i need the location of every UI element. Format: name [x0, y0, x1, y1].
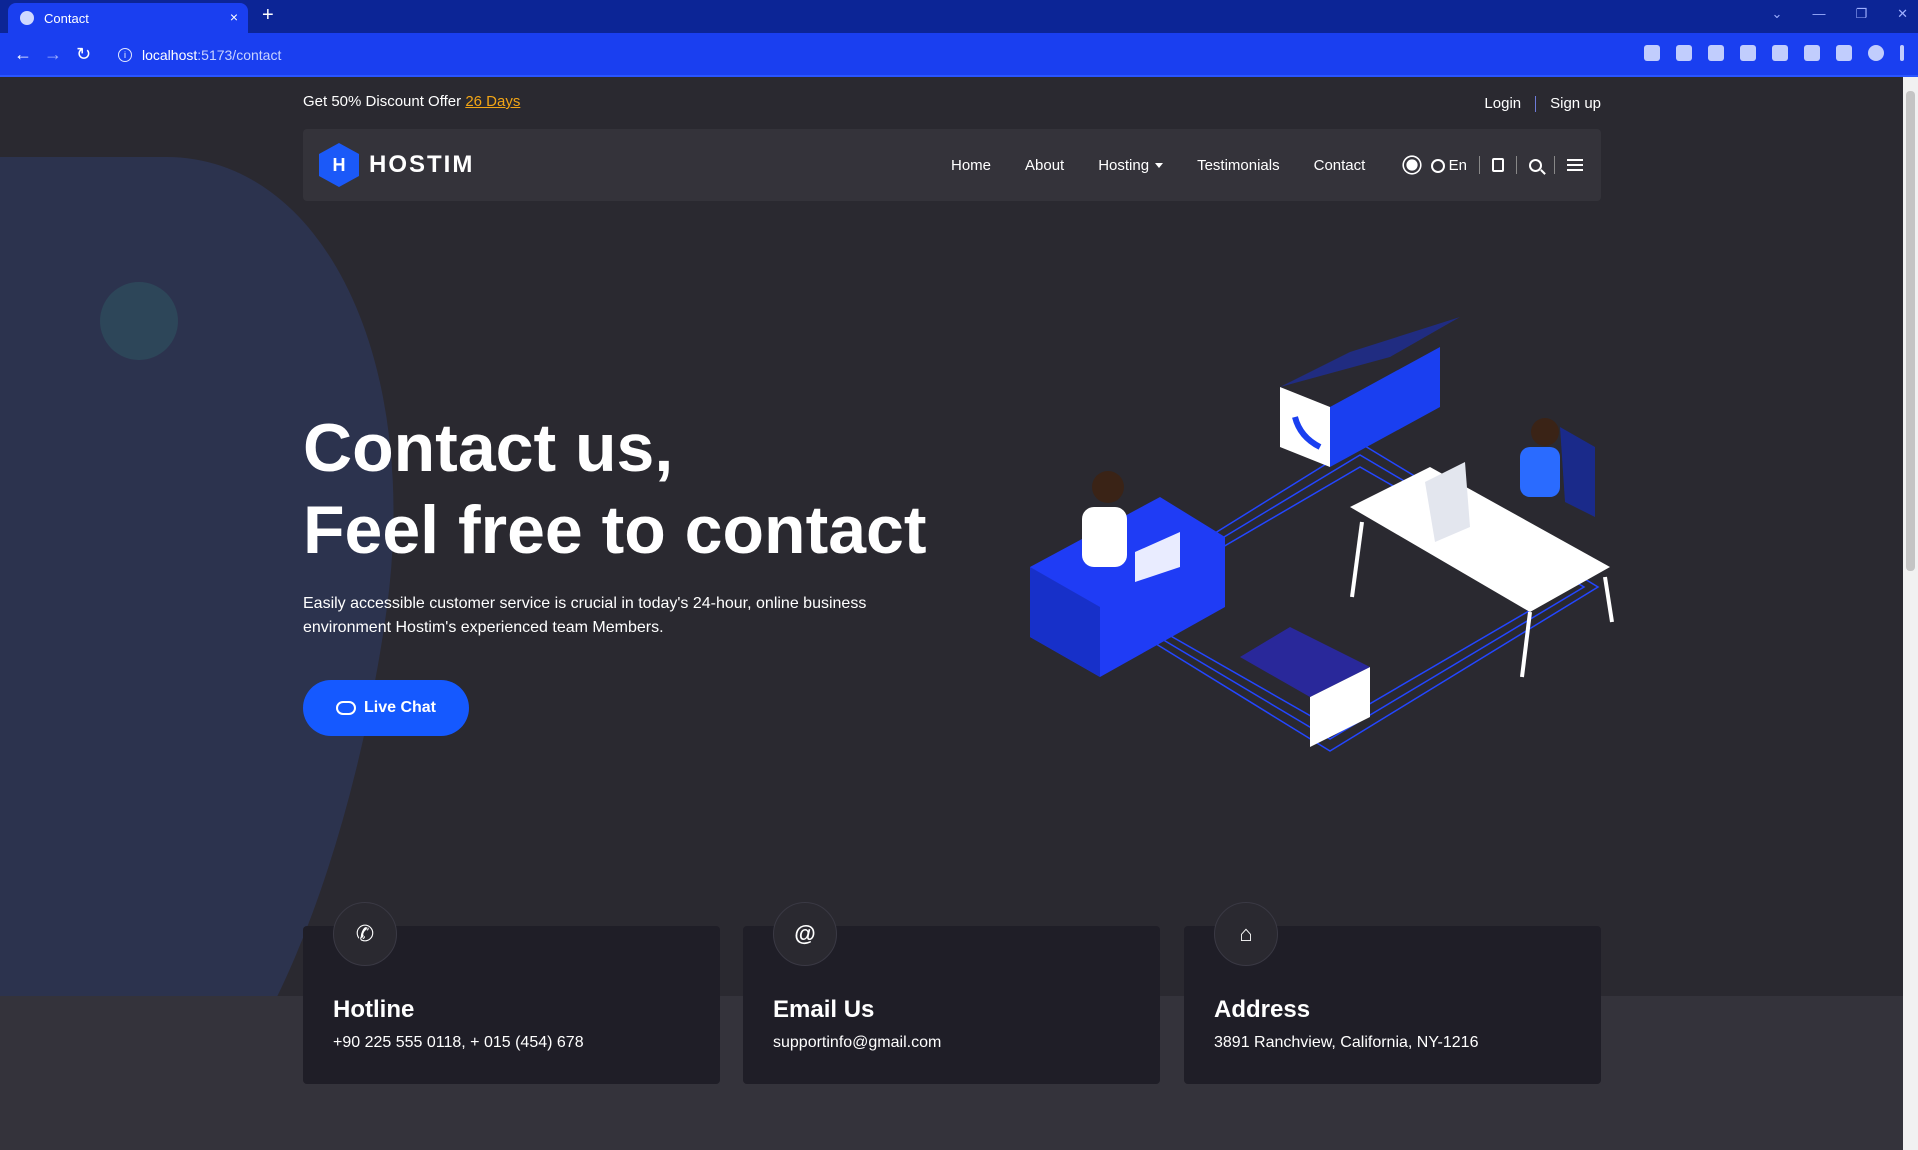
- live-chat-button[interactable]: Live Chat: [303, 680, 469, 736]
- browser-toolbar: ← → ↻ i localhost:5173/contact: [0, 33, 1918, 77]
- page: Get 50% Discount Offer 26 Days Login Sig…: [0, 77, 1903, 1150]
- signup-link[interactable]: Sign up: [1550, 95, 1601, 112]
- home-icon: ⌂: [1214, 902, 1278, 966]
- logo[interactable]: H HOSTIM: [319, 143, 474, 187]
- minimize-icon[interactable]: —: [1812, 6, 1825, 22]
- theme-toggle-icon[interactable]: [1406, 159, 1418, 171]
- scrollbar-thumb[interactable]: [1906, 91, 1915, 571]
- shopping-bag-icon[interactable]: [1492, 158, 1504, 172]
- contact-card-hotline: ✆ Hotline +90 225 555 0118, + 015 (454) …: [303, 902, 720, 1084]
- chat-icon: [335, 701, 356, 715]
- puzzle-icon[interactable]: [1804, 45, 1820, 61]
- side-panel-icon[interactable]: [1836, 45, 1852, 61]
- hero-title-line2: Feel free to contact: [303, 492, 927, 568]
- card-text: 3891 Ranchview, California, NY-1216: [1214, 1034, 1479, 1051]
- close-window-icon[interactable]: ✕: [1897, 6, 1908, 22]
- restore-icon[interactable]: ❐: [1855, 6, 1867, 22]
- globe-favicon-icon: [20, 11, 34, 25]
- back-icon[interactable]: ←: [14, 44, 32, 65]
- nav-item-contact[interactable]: Contact: [1314, 157, 1366, 174]
- browser-tab[interactable]: Contact ×: [8, 3, 248, 33]
- auth-links: Login Sign up: [1484, 95, 1601, 112]
- site-info-icon[interactable]: i: [118, 48, 132, 62]
- search-icon[interactable]: [1529, 158, 1542, 172]
- extension-icon[interactable]: [1708, 45, 1724, 61]
- globe-icon: [1430, 158, 1445, 173]
- url-host: localhost: [142, 47, 198, 63]
- tab-close-icon[interactable]: ×: [230, 9, 238, 25]
- page-scrollbar[interactable]: [1903, 77, 1918, 1150]
- contact-card-email: @ Email Us supportinfo@gmail.com: [743, 902, 1160, 1084]
- nav-item-hosting-label: Hosting: [1098, 156, 1150, 174]
- bookmark-star-icon[interactable]: [1676, 45, 1692, 61]
- nav-item-testimonials[interactable]: Testimonials: [1197, 157, 1280, 174]
- card-text: +90 225 555 0118, + 015 (454) 678: [333, 1034, 584, 1051]
- profile-icon[interactable]: [1868, 45, 1884, 61]
- auth-divider: [1535, 95, 1537, 112]
- react-devtools-icon[interactable]: [1740, 45, 1756, 61]
- nav-tools: En: [1405, 129, 1583, 201]
- nav-item-home[interactable]: Home: [951, 157, 991, 174]
- hero-title: Contact us, Feel free to contact: [303, 407, 927, 571]
- hamburger-menu-icon[interactable]: [1567, 159, 1583, 171]
- nav-item-about[interactable]: About: [1025, 157, 1064, 174]
- language-label: En: [1448, 156, 1467, 174]
- hero-description: Easily accessible customer service is cr…: [303, 595, 867, 636]
- url-path: :5173/contact: [197, 47, 282, 63]
- extension-icons: [1644, 45, 1904, 61]
- language-selector[interactable]: En: [1430, 156, 1467, 174]
- new-tab-button[interactable]: +: [262, 4, 274, 27]
- nav-menu: Home About Hosting Testimonials Contact: [951, 129, 1365, 201]
- hero-title-line1: Contact us,: [303, 410, 674, 486]
- tab-title: Contact: [44, 10, 89, 26]
- card-title: Hotline: [333, 996, 415, 1023]
- card-text[interactable]: supportinfo@gmail.com: [773, 1034, 941, 1052]
- address-bar[interactable]: i localhost:5173/contact: [108, 39, 1618, 71]
- forward-icon[interactable]: →: [44, 44, 62, 65]
- extension-icon[interactable]: [1772, 45, 1788, 61]
- offer-text: Get 50% Discount Offer: [303, 93, 466, 110]
- card-title: Address: [1214, 996, 1311, 1023]
- main-navbar: H HOSTIM Home About Hosting Testimonials…: [303, 129, 1601, 201]
- divider: [1554, 156, 1555, 174]
- divider: [1479, 156, 1480, 174]
- chevron-down-icon: [1155, 163, 1164, 169]
- reload-icon[interactable]: ↻: [76, 44, 91, 65]
- logo-text: HOSTIM: [369, 151, 475, 178]
- login-link[interactable]: Login: [1484, 95, 1521, 112]
- tab-search-icon[interactable]: ⌄: [1772, 6, 1783, 22]
- kebab-menu-icon[interactable]: [1900, 45, 1904, 61]
- top-bar: Get 50% Discount Offer 26 Days Login Sig…: [303, 93, 1601, 112]
- share-icon[interactable]: [1644, 45, 1660, 61]
- nav-item-hosting[interactable]: Hosting: [1098, 156, 1164, 174]
- card-title: Email Us: [773, 996, 875, 1023]
- window-controls: ⌄ — ❐ ✕: [1772, 6, 1908, 22]
- logo-mark-icon: H: [319, 143, 359, 187]
- contact-illustration: [1030, 317, 1614, 752]
- offer-link[interactable]: 26 Days: [465, 93, 520, 110]
- background-circle: [100, 282, 178, 360]
- phone-icon: ✆: [333, 902, 397, 966]
- browser-tabbar: Contact × + ⌄ — ❐ ✕: [0, 0, 1918, 33]
- at-icon: @: [773, 902, 837, 966]
- live-chat-label: Live Chat: [363, 699, 436, 716]
- contact-card-address: ⌂ Address 3891 Ranchview, California, NY…: [1184, 902, 1601, 1084]
- divider: [1516, 156, 1517, 174]
